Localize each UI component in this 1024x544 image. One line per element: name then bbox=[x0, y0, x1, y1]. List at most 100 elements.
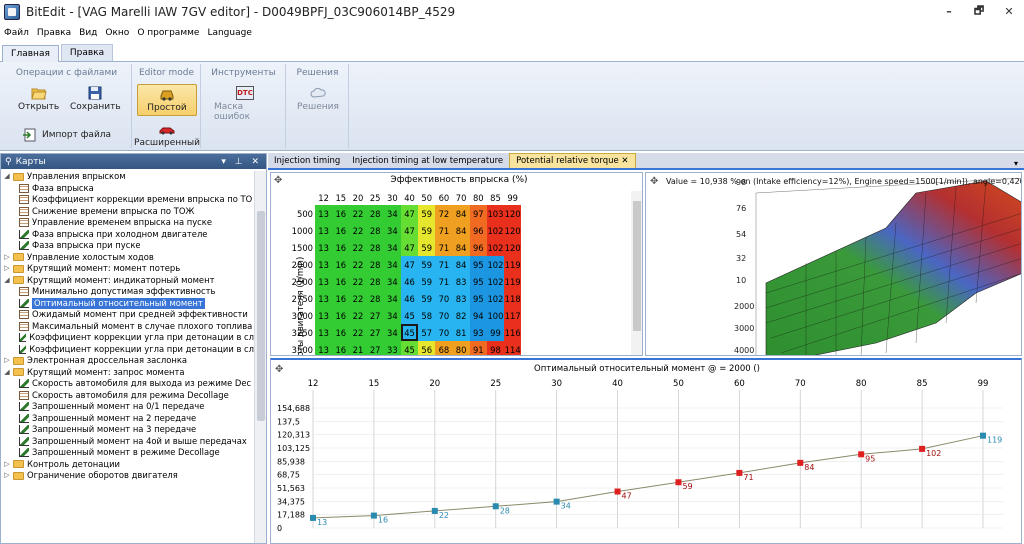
map-cell[interactable]: 93 bbox=[469, 324, 487, 341]
map-cell[interactable]: 114 bbox=[504, 341, 522, 355]
menu-file[interactable]: Файл bbox=[0, 28, 33, 38]
menu-about[interactable]: О программе bbox=[133, 28, 203, 38]
map-cell[interactable]: 81 bbox=[452, 324, 470, 341]
map-cell[interactable]: 80 bbox=[452, 341, 470, 355]
data-point[interactable] bbox=[492, 503, 499, 510]
map-cell[interactable]: 13 bbox=[315, 256, 333, 273]
map-cell[interactable]: 96 bbox=[469, 239, 487, 256]
map-cell[interactable]: 82 bbox=[452, 307, 470, 324]
map-cell[interactable]: 34 bbox=[383, 256, 401, 273]
tree-map-item[interactable]: Ожидамый момент при средней эффективност… bbox=[1, 309, 254, 321]
surface-3d-view[interactable]: 98 76 54 32 10 2000 3000 4000 Value = 10… bbox=[645, 172, 1022, 356]
map-cell[interactable]: 16 bbox=[332, 205, 350, 222]
tree-folder[interactable]: ◢ Управления впрыском bbox=[1, 171, 254, 183]
move-icon[interactable]: ✥ bbox=[275, 364, 283, 375]
map-cell[interactable]: 34 bbox=[383, 222, 401, 239]
map-cell[interactable]: 27 bbox=[366, 307, 384, 324]
advanced-mode-button[interactable]: Расширенный bbox=[134, 122, 200, 148]
close-tab-icon[interactable]: ✕ bbox=[621, 156, 628, 166]
tab-edit[interactable]: Правка bbox=[60, 44, 114, 61]
map-cell[interactable]: 34 bbox=[383, 205, 401, 222]
map-cell[interactable]: 70 bbox=[435, 290, 453, 307]
map-cell[interactable]: 22 bbox=[349, 222, 367, 239]
tree-map-item[interactable]: Запрошенный момент на 0/1 передаче bbox=[1, 401, 254, 413]
map-cell[interactable]: 13 bbox=[315, 290, 333, 307]
tree-map-item[interactable]: Запрошенный момент на 2 передаче bbox=[1, 413, 254, 425]
data-point[interactable] bbox=[675, 479, 682, 486]
map-cell[interactable]: 57 bbox=[418, 324, 436, 341]
close-button[interactable]: ✕ bbox=[994, 0, 1024, 22]
map-cell[interactable]: 83 bbox=[452, 273, 470, 290]
collapse-icon[interactable]: ◢ bbox=[3, 367, 11, 379]
error-mask-button[interactable]: DTC Маска ошибок bbox=[214, 86, 276, 122]
map-cell[interactable]: 16 bbox=[332, 239, 350, 256]
tree-map-item[interactable]: Фаза впрыска при холодном двигателе bbox=[1, 229, 254, 241]
tree-map-item[interactable]: Минимально допустимая эффективность bbox=[1, 286, 254, 298]
map-cell[interactable]: 102 bbox=[486, 290, 505, 307]
map-cell[interactable]: 102 bbox=[486, 239, 505, 256]
tab-list-icon[interactable]: ▾ bbox=[1014, 159, 1018, 168]
expand-icon[interactable]: ▷ bbox=[3, 459, 11, 471]
map-cell[interactable]: 22 bbox=[349, 307, 367, 324]
tree-map-item[interactable]: Оптимальный относительный момент bbox=[1, 297, 254, 309]
tree-folder[interactable]: ▷ Крутящий момент: момент потерь bbox=[1, 263, 254, 275]
map-cell[interactable]: 71 bbox=[435, 256, 453, 273]
map-cell[interactable]: 56 bbox=[418, 341, 436, 355]
map-cell[interactable]: 120 bbox=[504, 222, 522, 239]
tab-potential-relative-torque[interactable]: Potential relative torque ✕ bbox=[509, 153, 636, 168]
tree-map-item[interactable]: Запрошенный момент на 3 передаче bbox=[1, 424, 254, 436]
map-cell[interactable]: 13 bbox=[315, 307, 333, 324]
simple-mode-button[interactable]: Простой bbox=[137, 84, 197, 116]
map-cell[interactable]: 13 bbox=[315, 239, 333, 256]
restore-button[interactable]: 🗗 bbox=[964, 0, 994, 22]
map-cell[interactable]: 47 bbox=[400, 205, 419, 222]
map-cell[interactable]: 96 bbox=[469, 222, 487, 239]
map-scrollbar[interactable] bbox=[631, 191, 642, 355]
map-cell[interactable]: 28 bbox=[366, 222, 384, 239]
save-button[interactable]: Сохранить bbox=[70, 86, 121, 112]
map-cell[interactable]: 45 bbox=[400, 324, 419, 341]
map-cell[interactable]: 119 bbox=[504, 273, 522, 290]
tree-map-item[interactable]: Максимальный момент в случае плохого топ… bbox=[1, 321, 254, 333]
map-cell[interactable]: 102 bbox=[486, 273, 505, 290]
tree-map-item[interactable]: Запрошенный момент в режиме Decollage bbox=[1, 447, 254, 459]
data-point[interactable] bbox=[431, 507, 438, 514]
map-cell[interactable]: 95 bbox=[469, 273, 487, 290]
map-cell[interactable]: 13 bbox=[315, 273, 333, 290]
map-cell[interactable]: 27 bbox=[366, 341, 384, 355]
map-cell[interactable]: 16 bbox=[332, 256, 350, 273]
surface-3d-plot[interactable]: 98 76 54 32 10 2000 3000 4000 Value = 10… bbox=[646, 173, 1022, 356]
map-cell[interactable]: 58 bbox=[418, 307, 436, 324]
map-cell[interactable]: 95 bbox=[469, 290, 487, 307]
map-cell[interactable]: 16 bbox=[332, 307, 350, 324]
expand-icon[interactable]: ▷ bbox=[3, 252, 11, 264]
tree-map-item[interactable]: Запрошенный момент на 4ой и выше передач… bbox=[1, 436, 254, 448]
map-cell[interactable]: 22 bbox=[349, 273, 367, 290]
map-cell[interactable]: 28 bbox=[366, 256, 384, 273]
map-cell[interactable]: 22 bbox=[349, 324, 367, 341]
map-cell[interactable]: 117 bbox=[504, 307, 522, 324]
map-cell[interactable]: 84 bbox=[452, 205, 470, 222]
map-cell[interactable]: 95 bbox=[469, 256, 487, 273]
open-button[interactable]: Открыть bbox=[18, 86, 59, 112]
tree-map-item[interactable]: Коэффициент коррекции угла при детонации… bbox=[1, 332, 254, 344]
map-cell[interactable]: 59 bbox=[418, 290, 436, 307]
tree-folder[interactable]: ▷ Электронная дроссельная заслонка bbox=[1, 355, 254, 367]
move-icon[interactable]: ✥ bbox=[650, 176, 658, 187]
map-cell[interactable]: 22 bbox=[349, 256, 367, 273]
map-cell[interactable]: 102 bbox=[486, 256, 505, 273]
map-cell[interactable]: 84 bbox=[452, 222, 470, 239]
tree-map-item[interactable]: Коэффициент коррекции угла при детонации… bbox=[1, 344, 254, 356]
map-cell[interactable]: 120 bbox=[504, 205, 522, 222]
map-cell[interactable]: 28 bbox=[366, 290, 384, 307]
map-cell[interactable]: 98 bbox=[486, 341, 505, 355]
expand-icon[interactable]: ▷ bbox=[3, 263, 11, 275]
tab-injection-timing[interactable]: Injection timing bbox=[268, 154, 346, 168]
data-point[interactable] bbox=[919, 445, 926, 452]
data-point[interactable] bbox=[797, 459, 804, 466]
tree-map-item[interactable]: Скорость автомобиля для выхода из режиме… bbox=[1, 378, 254, 390]
map-cell[interactable]: 16 bbox=[332, 341, 350, 355]
data-point[interactable] bbox=[310, 514, 316, 521]
tree-map-item[interactable]: Скорость автомобиля для режима Decollage bbox=[1, 390, 254, 402]
data-point[interactable] bbox=[858, 451, 865, 458]
